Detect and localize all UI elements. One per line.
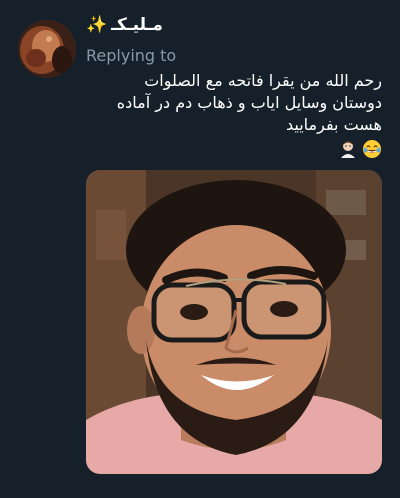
tweet-photo[interactable] <box>86 170 382 474</box>
person-tipping-hand-icon <box>341 141 355 158</box>
avatar[interactable] <box>18 20 76 78</box>
tweet-text: رحم الله من یقرا فاتحه مع الصلوات دوستان… <box>82 70 382 136</box>
tweet-text-line: هست بفرمایید <box>285 115 382 134</box>
replying-to-label: Replying to <box>86 46 177 65</box>
face-with-tears-of-joy-icon <box>363 140 381 158</box>
author-name[interactable]: مـلیـکـ <box>111 15 163 35</box>
emoji-row <box>338 139 382 159</box>
sparkles-icon: ✨ <box>86 15 108 35</box>
tweet-text-line: رحم الله من یقرا فاتحه مع الصلوات <box>144 71 382 90</box>
tweet-card[interactable]: ✨ مـلیـکـ Replying to رحم الله من یقرا ف… <box>0 0 400 498</box>
tweet-header: ✨ مـلیـکـ <box>86 12 163 38</box>
tweet-text-line: دوستان وسایل ایاب و ذهاب دم در آماده <box>116 93 382 112</box>
